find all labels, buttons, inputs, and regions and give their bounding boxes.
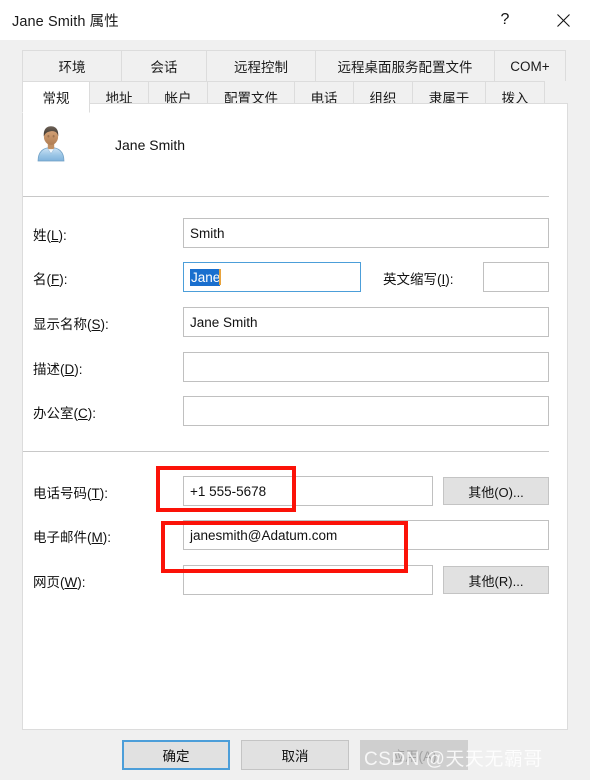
last-name-value: Smith: [190, 225, 225, 241]
other-webpage-button[interactable]: 其他(R)...: [443, 566, 549, 594]
office-row: 办公室(C):: [23, 396, 549, 426]
last-name-label: 姓(L):: [33, 228, 67, 243]
account-display-name: Jane Smith: [115, 137, 186, 153]
description-input[interactable]: [183, 352, 549, 382]
tab-active-0[interactable]: 常规: [22, 81, 90, 113]
general-tab-panel: Jane Smith 姓(L): Smith 名(F): Jane 显示名称(S): Ja…: [22, 103, 568, 730]
display-name-row: 显示名称(S): Jane Smith: [23, 307, 549, 337]
account-header: Jane Smith: [23, 104, 567, 184]
other-telephone-button[interactable]: 其他(O)...: [443, 477, 549, 505]
email-input[interactable]: janesmith@Adatum.com: [183, 520, 549, 550]
office-input[interactable]: [183, 396, 549, 426]
apply-button: 应用(A): [360, 740, 468, 770]
display-name-input[interactable]: Jane Smith: [183, 307, 549, 337]
last-name-row: 姓(L): Smith: [23, 218, 549, 248]
dialog-footer: 确定 取消 应用(A): [0, 730, 590, 780]
tab-2[interactable]: 远程控制: [206, 50, 316, 81]
close-button[interactable]: [540, 0, 586, 40]
title-bar: Jane Smith 属性 ?: [0, 0, 590, 41]
description-label: 描述(D):: [33, 362, 83, 377]
tab-1[interactable]: 会话: [121, 50, 207, 81]
office-label: 办公室(C):: [33, 406, 96, 421]
question-mark-icon: ?: [500, 11, 510, 28]
tab-label: 远程桌面服务配置文件: [337, 60, 473, 75]
tab-3[interactable]: 远程桌面服务配置文件: [315, 50, 495, 81]
tab-label: 远程控制: [234, 60, 288, 75]
telephone-label: 电话号码(T):: [33, 486, 108, 501]
initials-input[interactable]: [483, 262, 549, 292]
tab-label: COM+: [510, 58, 550, 74]
help-button[interactable]: ?: [482, 0, 528, 40]
telephone-input[interactable]: +1 555-5678: [183, 476, 433, 506]
description-row: 描述(D):: [23, 352, 549, 382]
ok-button[interactable]: 确定: [122, 740, 230, 770]
initials-row: 英文缩写(I):: [23, 262, 549, 292]
last-name-input[interactable]: Smith: [183, 218, 549, 248]
email-label: 电子邮件(M):: [33, 530, 111, 545]
tab-strip: 环境 会话 远程控制 远程桌面服务配置文件 COM+ 常规 地址 帐户 配置文件 电话 组织 隶属于…: [0, 40, 590, 113]
display-name-value: Jane Smith: [190, 314, 258, 330]
tab-label: 会话: [150, 60, 178, 75]
email-value: janesmith@Adatum.com: [190, 527, 338, 543]
initials-label: 英文缩写(I):: [383, 272, 454, 287]
divider-top: [23, 196, 549, 197]
window-title: Jane Smith 属性: [12, 14, 119, 30]
webpage-input[interactable]: [183, 565, 433, 595]
tab-row-top: 环境 会话 远程控制 远程桌面服务配置文件 COM+: [22, 50, 566, 81]
tab-0[interactable]: 环境: [22, 50, 122, 81]
webpage-label: 网页(W):: [33, 575, 86, 590]
telephone-value: +1 555-5678: [190, 483, 267, 499]
tab-4[interactable]: COM+: [494, 50, 566, 81]
cancel-button[interactable]: 取消: [241, 740, 349, 770]
tab-label: 环境: [58, 60, 86, 75]
close-icon: [556, 13, 570, 27]
divider-bottom: [23, 451, 549, 452]
user-avatar-icon: [31, 122, 71, 162]
display-name-label: 显示名称(S):: [33, 317, 109, 332]
email-row: 电子邮件(M): janesmith@Adatum.com: [23, 520, 549, 550]
tab-label: 常规: [42, 91, 70, 106]
